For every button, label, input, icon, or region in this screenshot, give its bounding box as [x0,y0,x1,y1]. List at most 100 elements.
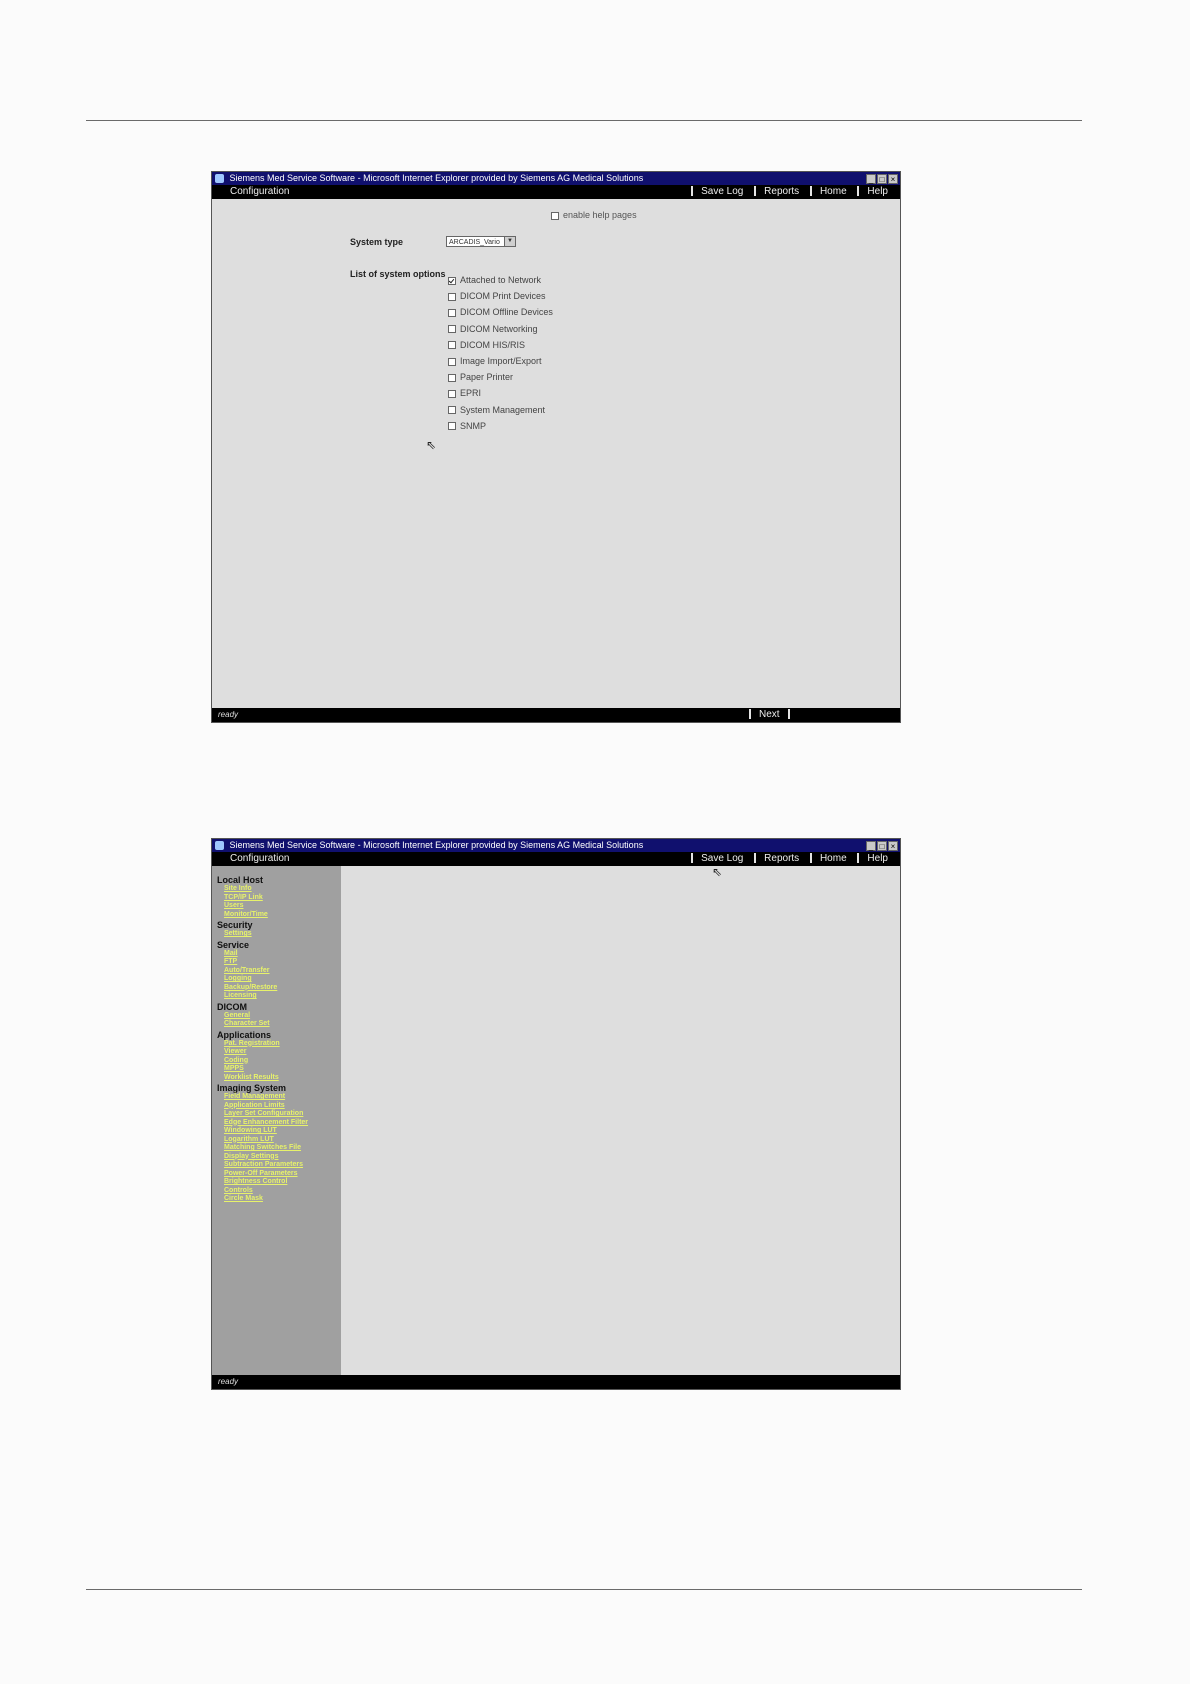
configuration-window-options: Siemens Med Service Software - Microsoft… [212,172,900,722]
checkbox-icon[interactable] [448,341,456,350]
status-text: ready [218,710,239,719]
menu-bar: Configuration Save Log Reports Home Help [212,852,900,866]
home-link[interactable]: Home [820,186,847,197]
checkbox-icon[interactable] [551,211,559,220]
sidebar-link[interactable]: Field Management [217,1093,341,1102]
help-link[interactable]: Help [867,186,888,197]
checkbox-icon[interactable] [448,389,456,398]
checkbox-icon[interactable] [448,406,456,415]
next-nav: Next [741,708,798,722]
sidebar-link[interactable]: Application Limits [217,1102,341,1111]
status-bar: ready Next [212,708,900,722]
sidebar-link[interactable]: Logarithm LUT [217,1136,341,1145]
app-name: Configuration [230,186,290,197]
sidebar-link[interactable]: Users [217,902,341,911]
window-controls: _ □ × [865,840,898,851]
mouse-pointer-icon: ⇖ [426,438,437,452]
system-type-select[interactable]: ARCADIS_Vario ▼ [446,236,516,247]
sidebar-menu: Local Host Site Info TCP/IP Link Users Monit… [212,866,341,1375]
options-label: List of system options [350,269,446,279]
status-text: ready [218,1377,239,1386]
system-type-value: ARCADIS_Vario [449,239,500,246]
minimize-icon[interactable]: _ [866,174,876,184]
home-link[interactable]: Home [820,853,847,864]
option-item[interactable]: DICOM Offline Devices [448,307,553,323]
sidebar-link[interactable]: Logging [217,975,341,984]
maximize-icon[interactable]: □ [877,174,887,184]
system-options-list: Attached to Network DICOM Print Devices … [448,275,553,437]
sidebar-link[interactable]: Pat. Registration [217,1040,341,1049]
sidebar-link[interactable]: Layer Set Configuration [217,1110,341,1119]
checkbox-icon[interactable] [448,373,456,382]
footer-rule [86,1589,1082,1590]
sidebar-link[interactable]: Site Info [217,885,341,894]
checkbox-icon[interactable] [448,292,456,301]
sidebar-link[interactable]: Coding [217,1057,341,1066]
sidebar-link[interactable]: Settings [217,930,341,939]
option-item[interactable]: DICOM HIS/RIS [448,340,553,356]
sidebar-section: Applications [217,1029,272,1040]
sidebar-link[interactable]: Circle Mask [217,1195,341,1204]
sidebar-link[interactable]: Character Set [217,1020,341,1029]
reports-link[interactable]: Reports [764,186,799,197]
mouse-pointer-icon: ⇖ [712,865,723,879]
sidebar-link[interactable]: Mail [217,950,341,959]
option-item[interactable]: EPRI [448,388,553,404]
sidebar-link[interactable]: Edge Enhancement Filter [217,1119,341,1128]
sidebar-section: Service [217,939,250,950]
browser-icon [215,174,224,183]
header-rule [86,120,1082,121]
sidebar-link[interactable]: Matching Switches File [217,1144,341,1153]
next-button[interactable]: Next [759,709,780,720]
window-title: Siemens Med Service Software - Microsoft… [229,840,644,850]
sidebar-link[interactable]: Backup/Restore [217,984,341,993]
help-link[interactable]: Help [867,853,888,864]
option-item[interactable]: DICOM Networking [448,324,553,340]
option-item[interactable]: Paper Printer [448,372,553,388]
sidebar-link[interactable]: General [217,1012,341,1021]
save-log-link[interactable]: Save Log [701,853,743,864]
sidebar-link[interactable]: Subtraction Parameters [217,1161,341,1170]
configuration-window-menu: Siemens Med Service Software - Microsoft… [212,839,900,1389]
main-content: Local Host Site Info TCP/IP Link Users Monit… [212,866,900,1375]
sidebar-link[interactable]: Brightness Control [217,1178,341,1187]
app-name: Configuration [230,853,290,864]
sidebar-link[interactable]: Power-Off Parameters [217,1170,341,1179]
checkbox-icon[interactable] [448,309,456,317]
option-item[interactable]: DICOM Print Devices [448,291,553,307]
sidebar-link[interactable]: Auto/Transfer [217,967,341,976]
nav-links: Save Log Reports Home Help [683,852,888,866]
dropdown-arrow-icon[interactable]: ▼ [504,237,515,246]
window-title: Siemens Med Service Software - Microsoft… [229,173,644,183]
browser-icon [215,841,224,850]
sidebar-link[interactable]: MPPS [217,1065,341,1074]
main-content: enable help pages System type ARCADIS_Va… [212,199,900,708]
sidebar-link[interactable]: Controls [217,1187,341,1196]
reports-link[interactable]: Reports [764,853,799,864]
sidebar-link[interactable]: Monitor/Time [217,911,341,920]
sidebar-link[interactable]: Display Settings [217,1153,341,1162]
minimize-icon[interactable]: _ [866,841,876,851]
option-item[interactable]: Attached to Network [448,275,553,291]
close-icon[interactable]: × [888,174,898,184]
sidebar-link[interactable]: FTP [217,958,341,967]
sidebar-section: Security [217,920,253,930]
close-icon[interactable]: × [888,841,898,851]
checkbox-icon[interactable] [448,357,456,366]
enable-help-checkbox[interactable]: enable help pages [551,210,637,220]
sidebar-link[interactable]: Viewer [217,1048,341,1057]
maximize-icon[interactable]: □ [877,841,887,851]
checkbox-checked-icon[interactable] [448,276,456,285]
save-log-link[interactable]: Save Log [701,186,743,197]
option-item[interactable]: SNMP [448,421,553,437]
checkbox-icon[interactable] [448,325,456,334]
sidebar-section: DICOM [217,1001,247,1012]
sidebar-link[interactable]: TCP/IP Link [217,894,341,903]
menu-bar: Configuration Save Log Reports Home Help [212,185,900,199]
sidebar-link[interactable]: Licensing [217,992,341,1001]
sidebar-link[interactable]: Windowing LUT [217,1127,341,1136]
checkbox-icon[interactable] [448,422,456,431]
option-item[interactable]: System Management [448,405,553,421]
sidebar-link[interactable]: Worklist Results [217,1074,341,1083]
option-item[interactable]: Image Import/Export [448,356,553,372]
